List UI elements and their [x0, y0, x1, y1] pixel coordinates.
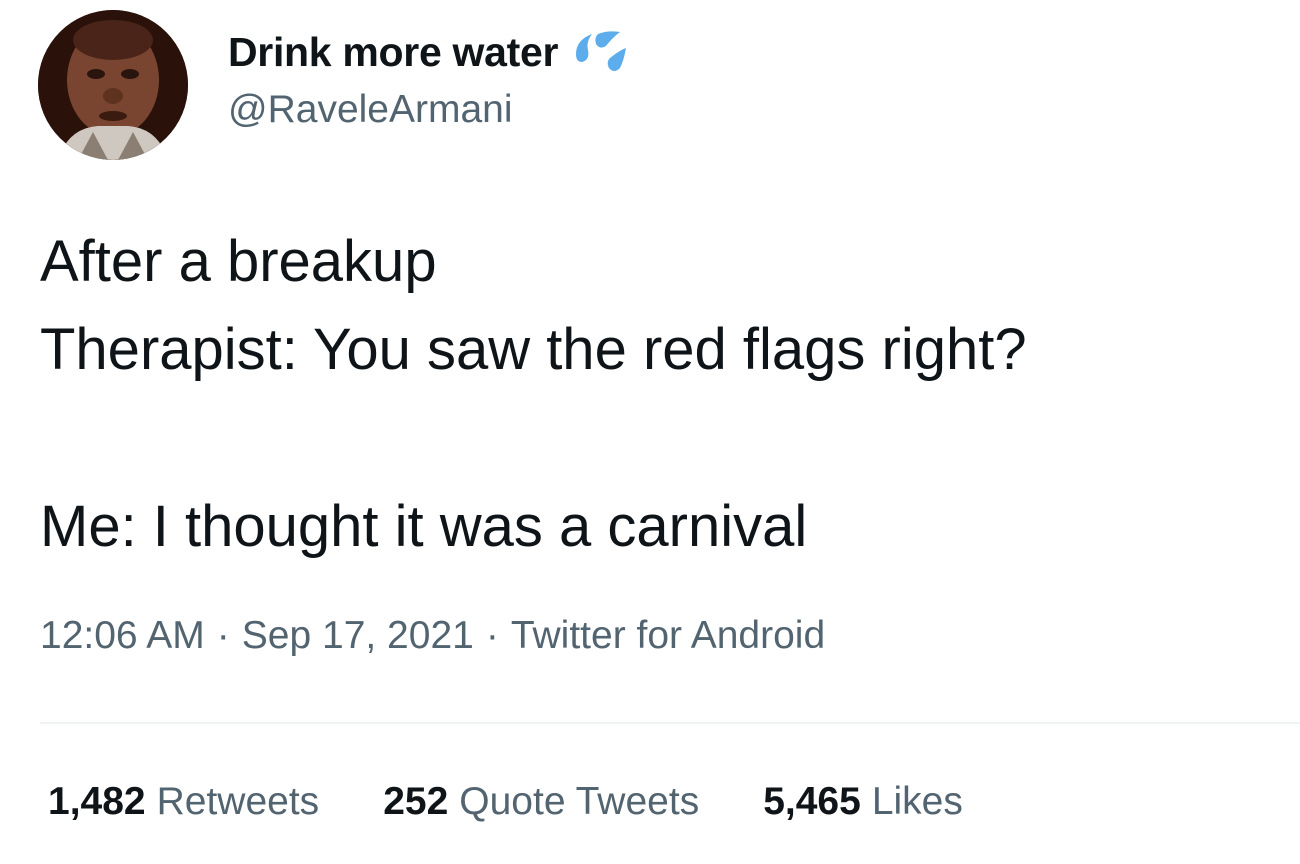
tweet-stats: 1,482 Retweets 252 Quote Tweets 5,465 Li…	[48, 780, 1027, 824]
tweet-meta: 12:06 AM · Sep 17, 2021 · Twitter for An…	[40, 614, 825, 658]
tweet-text-line	[40, 394, 1280, 483]
tweet-text-line: Me: I thought it was a carnival	[40, 494, 808, 559]
likes-stat[interactable]: 5,465 Likes	[763, 780, 963, 824]
divider	[40, 722, 1300, 724]
tweet-text-line: Therapist: You saw the red flags right?	[40, 317, 1027, 382]
quote-tweets-stat[interactable]: 252 Quote Tweets	[383, 780, 699, 824]
author-name-row[interactable]: Drink more water	[228, 28, 630, 76]
author-handle[interactable]: @RaveleArmani	[228, 88, 513, 132]
meta-separator: ·	[485, 614, 499, 657]
likes-count: 5,465	[763, 780, 861, 823]
quote-tweets-label: Quote Tweets	[459, 780, 700, 823]
avatar[interactable]	[38, 10, 188, 160]
tweet-source[interactable]: Twitter for Android	[511, 614, 825, 658]
display-name[interactable]: Drink more water	[228, 29, 558, 76]
tweet-card: Drink more water @RaveleArmani After a b…	[0, 0, 1300, 864]
tweet-date[interactable]: Sep 17, 2021	[242, 614, 474, 658]
sweat-droplets-icon	[572, 28, 630, 76]
retweets-stat[interactable]: 1,482 Retweets	[48, 780, 319, 824]
tweet-time[interactable]: 12:06 AM	[40, 614, 205, 658]
retweets-count: 1,482	[48, 780, 146, 823]
retweets-label: Retweets	[156, 780, 320, 823]
tweet-text-line: After a breakup	[40, 229, 437, 294]
tweet-text: After a breakup Therapist: You saw the r…	[40, 218, 1280, 571]
meta-separator: ·	[216, 614, 230, 657]
quote-tweets-count: 252	[383, 780, 449, 823]
likes-label: Likes	[871, 780, 963, 823]
avatar-photo	[38, 10, 188, 160]
